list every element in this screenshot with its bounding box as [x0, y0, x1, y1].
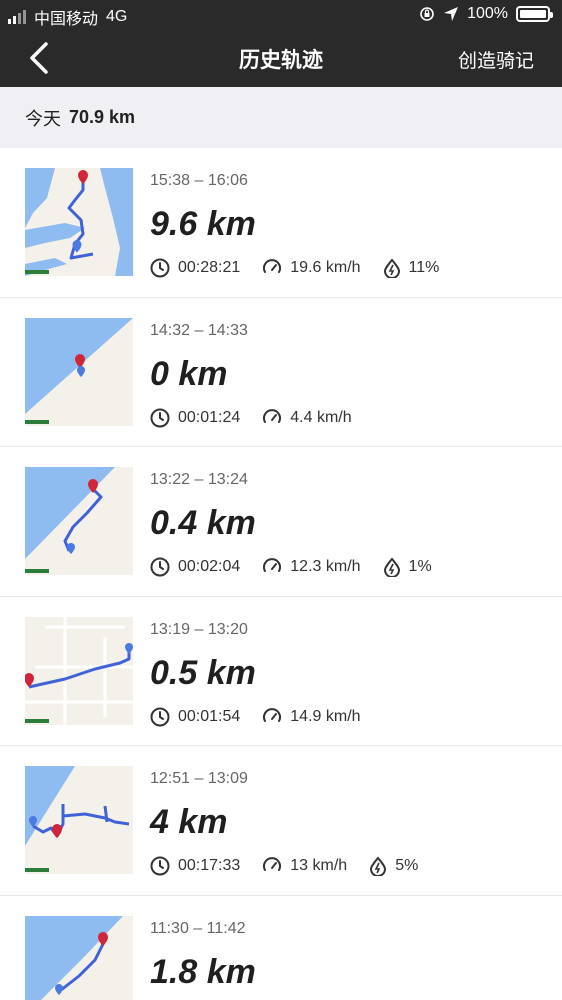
create-ride-button[interactable]: 创造骑记	[458, 46, 534, 73]
orientation-lock-icon	[420, 7, 434, 21]
speedometer-icon	[263, 408, 282, 423]
day-summary: 今天 70.9 km	[0, 87, 562, 148]
ride-duration: 00:02:04	[178, 558, 241, 575]
speedometer-icon	[263, 558, 282, 572]
ride-time: 11:30 – 11:42	[150, 919, 246, 937]
carrier: 中国移动	[34, 11, 99, 28]
route-map	[25, 168, 133, 276]
clock-icon	[150, 258, 170, 278]
power-drop-icon	[383, 258, 400, 278]
ride-distance: 9.6 km	[150, 205, 256, 243]
ride-power: 1%	[408, 558, 432, 575]
speedometer-icon	[263, 259, 282, 273]
ride-speed: 4.4 km/h	[290, 408, 352, 426]
ride-item[interactable]: 12:51 – 13:09 4 km 00:17:33 13 km/h 5%	[0, 746, 562, 896]
ride-item[interactable]: 13:19 – 13:20 0.5 km 00:01:54 14.9 km/h	[0, 597, 562, 746]
route-map	[25, 766, 133, 874]
day-label: 今天	[25, 108, 61, 129]
ride-time: 13:22 – 13:24	[150, 471, 248, 488]
ride-time: 14:32 – 14:33	[150, 321, 248, 339]
ride-duration: 00:17:33	[178, 857, 241, 874]
ride-distance: 0.5 km	[150, 653, 256, 692]
ride-list: 15:38 – 16:06 9.6 km 00:28:21 19.6 km/h …	[0, 148, 562, 1000]
speedometer-icon	[263, 707, 282, 722]
header: 中国移动 4G 100% 历史轨迹 创造骑记	[0, 0, 562, 87]
ride-time: 12:51 – 13:09	[150, 770, 248, 787]
ride-duration: 00:01:54	[178, 707, 241, 725]
ride-time: 15:38 – 16:06	[150, 172, 248, 189]
clock-icon	[150, 707, 170, 726]
status-bar: 中国移动 4G 100%	[0, 0, 562, 30]
route-map	[25, 467, 133, 575]
ride-item[interactable]: 15:38 – 16:06 9.6 km 00:28:21 19.6 km/h …	[0, 148, 562, 298]
location-arrow-icon	[444, 7, 459, 21]
battery-icon	[516, 6, 553, 22]
ride-item[interactable]: 11:30 – 11:42 1.8 km	[0, 896, 562, 1000]
route-map	[25, 915, 133, 1000]
ride-distance: 0 km	[150, 354, 228, 393]
day-distance: 70.9 km	[69, 107, 136, 127]
ride-power: 5%	[395, 857, 419, 874]
power-drop-icon	[383, 557, 400, 577]
ride-duration: 00:28:21	[178, 259, 241, 276]
clock-icon	[150, 856, 170, 876]
nav-bar: 历史轨迹 创造骑记	[0, 30, 562, 87]
ride-item[interactable]: 13:22 – 13:24 0.4 km 00:02:04 12.3 km/h …	[0, 447, 562, 597]
ride-speed: 19.6 km/h	[290, 259, 361, 276]
clock-icon	[150, 408, 170, 427]
battery-percent: 100%	[467, 5, 508, 22]
route-map	[25, 317, 133, 426]
network-type: 4G	[106, 8, 128, 25]
route-map	[25, 616, 133, 725]
ride-speed: 12.3 km/h	[290, 558, 361, 575]
signal-icon	[8, 10, 26, 24]
ride-distance: 4 km	[150, 803, 228, 841]
clock-icon	[150, 557, 170, 577]
ride-distance: 1.8 km	[150, 952, 256, 991]
ride-distance: 0.4 km	[150, 504, 256, 542]
ride-speed: 14.9 km/h	[290, 707, 361, 725]
speedometer-icon	[263, 857, 282, 871]
ride-duration: 00:01:24	[178, 408, 241, 426]
ride-time: 13:19 – 13:20	[150, 620, 248, 638]
ride-item[interactable]: 14:32 – 14:33 0 km 00:01:24 4.4 km/h	[0, 298, 562, 447]
ride-speed: 13 km/h	[290, 857, 348, 874]
power-drop-icon	[370, 856, 387, 876]
ride-power: 11%	[408, 259, 440, 276]
